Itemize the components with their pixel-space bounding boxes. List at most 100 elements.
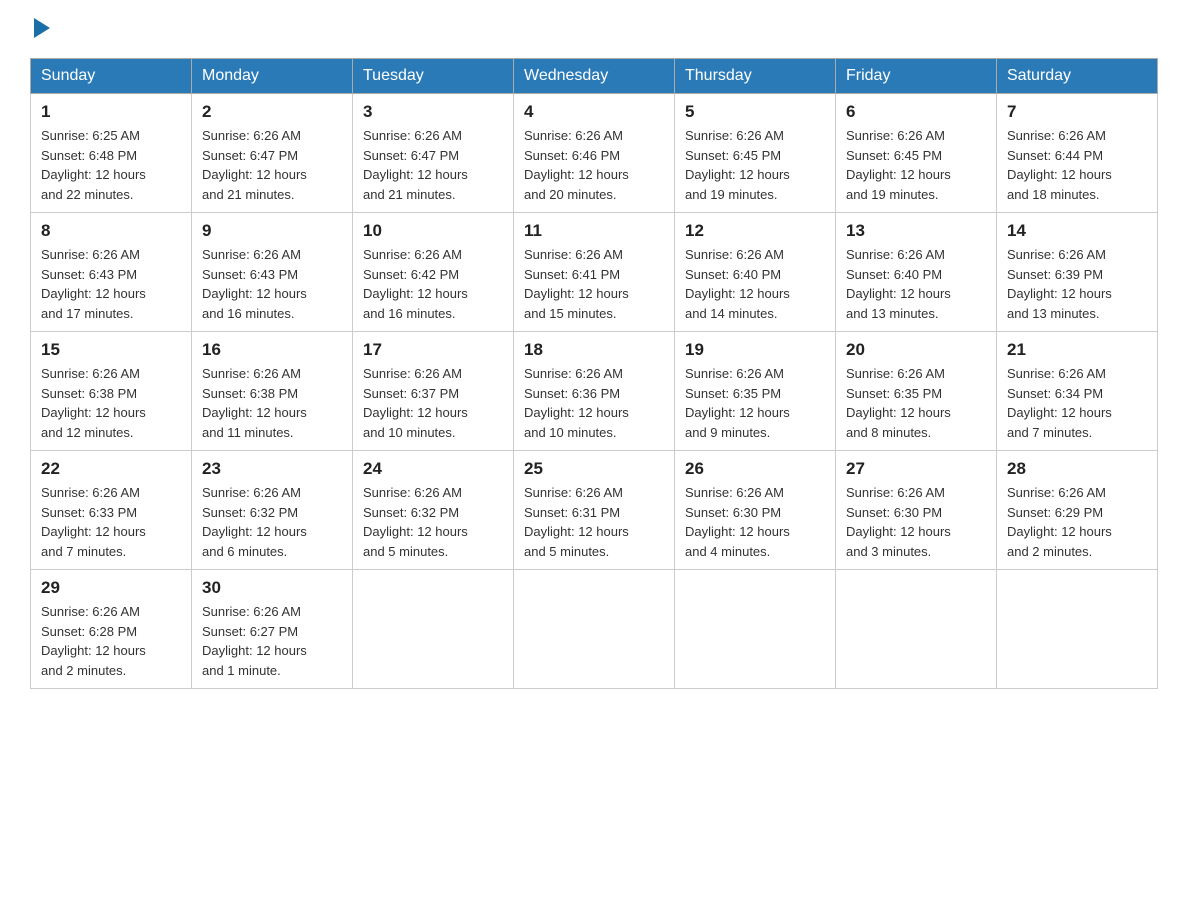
day-info: Sunrise: 6:26 AM Sunset: 6:34 PM Dayligh… [1007,364,1147,442]
day-info: Sunrise: 6:26 AM Sunset: 6:36 PM Dayligh… [524,364,664,442]
day-number: 26 [685,459,825,479]
day-cell: 5 Sunrise: 6:26 AM Sunset: 6:45 PM Dayli… [675,94,836,213]
day-number: 16 [202,340,342,360]
day-info: Sunrise: 6:26 AM Sunset: 6:39 PM Dayligh… [1007,245,1147,323]
day-cell [836,570,997,689]
day-number: 13 [846,221,986,241]
day-number: 8 [41,221,181,241]
day-cell: 22 Sunrise: 6:26 AM Sunset: 6:33 PM Dayl… [31,451,192,570]
day-info: Sunrise: 6:26 AM Sunset: 6:47 PM Dayligh… [363,126,503,204]
day-info: Sunrise: 6:26 AM Sunset: 6:35 PM Dayligh… [846,364,986,442]
day-info: Sunrise: 6:26 AM Sunset: 6:43 PM Dayligh… [202,245,342,323]
day-number: 12 [685,221,825,241]
column-header-sunday: Sunday [31,59,192,94]
day-info: Sunrise: 6:26 AM Sunset: 6:28 PM Dayligh… [41,602,181,680]
day-info: Sunrise: 6:26 AM Sunset: 6:35 PM Dayligh… [685,364,825,442]
column-header-thursday: Thursday [675,59,836,94]
column-header-saturday: Saturday [997,59,1158,94]
page-header [30,20,1158,38]
day-cell [353,570,514,689]
day-cell: 3 Sunrise: 6:26 AM Sunset: 6:47 PM Dayli… [353,94,514,213]
day-info: Sunrise: 6:26 AM Sunset: 6:33 PM Dayligh… [41,483,181,561]
column-header-wednesday: Wednesday [514,59,675,94]
week-row-3: 15 Sunrise: 6:26 AM Sunset: 6:38 PM Dayl… [31,332,1158,451]
day-info: Sunrise: 6:26 AM Sunset: 6:30 PM Dayligh… [685,483,825,561]
day-cell: 6 Sunrise: 6:26 AM Sunset: 6:45 PM Dayli… [836,94,997,213]
day-cell: 27 Sunrise: 6:26 AM Sunset: 6:30 PM Dayl… [836,451,997,570]
day-cell: 20 Sunrise: 6:26 AM Sunset: 6:35 PM Dayl… [836,332,997,451]
day-info: Sunrise: 6:26 AM Sunset: 6:44 PM Dayligh… [1007,126,1147,204]
day-cell [997,570,1158,689]
day-cell: 14 Sunrise: 6:26 AM Sunset: 6:39 PM Dayl… [997,213,1158,332]
day-info: Sunrise: 6:26 AM Sunset: 6:30 PM Dayligh… [846,483,986,561]
week-row-5: 29 Sunrise: 6:26 AM Sunset: 6:28 PM Dayl… [31,570,1158,689]
calendar-table: SundayMondayTuesdayWednesdayThursdayFrid… [30,58,1158,689]
week-row-2: 8 Sunrise: 6:26 AM Sunset: 6:43 PM Dayli… [31,213,1158,332]
day-info: Sunrise: 6:26 AM Sunset: 6:38 PM Dayligh… [202,364,342,442]
day-number: 6 [846,102,986,122]
day-cell [675,570,836,689]
day-info: Sunrise: 6:26 AM Sunset: 6:31 PM Dayligh… [524,483,664,561]
day-cell: 16 Sunrise: 6:26 AM Sunset: 6:38 PM Dayl… [192,332,353,451]
day-number: 27 [846,459,986,479]
week-row-1: 1 Sunrise: 6:25 AM Sunset: 6:48 PM Dayli… [31,94,1158,213]
day-number: 20 [846,340,986,360]
day-cell: 15 Sunrise: 6:26 AM Sunset: 6:38 PM Dayl… [31,332,192,451]
day-info: Sunrise: 6:26 AM Sunset: 6:27 PM Dayligh… [202,602,342,680]
day-cell: 30 Sunrise: 6:26 AM Sunset: 6:27 PM Dayl… [192,570,353,689]
header-row: SundayMondayTuesdayWednesdayThursdayFrid… [31,59,1158,94]
day-info: Sunrise: 6:26 AM Sunset: 6:40 PM Dayligh… [685,245,825,323]
day-cell: 24 Sunrise: 6:26 AM Sunset: 6:32 PM Dayl… [353,451,514,570]
day-cell: 23 Sunrise: 6:26 AM Sunset: 6:32 PM Dayl… [192,451,353,570]
day-number: 19 [685,340,825,360]
day-number: 2 [202,102,342,122]
day-cell: 13 Sunrise: 6:26 AM Sunset: 6:40 PM Dayl… [836,213,997,332]
day-number: 29 [41,578,181,598]
day-cell: 28 Sunrise: 6:26 AM Sunset: 6:29 PM Dayl… [997,451,1158,570]
day-info: Sunrise: 6:26 AM Sunset: 6:32 PM Dayligh… [202,483,342,561]
day-info: Sunrise: 6:26 AM Sunset: 6:45 PM Dayligh… [685,126,825,204]
day-cell: 12 Sunrise: 6:26 AM Sunset: 6:40 PM Dayl… [675,213,836,332]
logo-arrow-icon [34,18,50,38]
day-cell: 4 Sunrise: 6:26 AM Sunset: 6:46 PM Dayli… [514,94,675,213]
day-number: 17 [363,340,503,360]
day-info: Sunrise: 6:26 AM Sunset: 6:37 PM Dayligh… [363,364,503,442]
day-number: 24 [363,459,503,479]
day-info: Sunrise: 6:26 AM Sunset: 6:38 PM Dayligh… [41,364,181,442]
day-number: 1 [41,102,181,122]
day-number: 11 [524,221,664,241]
day-cell: 7 Sunrise: 6:26 AM Sunset: 6:44 PM Dayli… [997,94,1158,213]
day-info: Sunrise: 6:26 AM Sunset: 6:40 PM Dayligh… [846,245,986,323]
day-number: 15 [41,340,181,360]
day-info: Sunrise: 6:25 AM Sunset: 6:48 PM Dayligh… [41,126,181,204]
day-number: 7 [1007,102,1147,122]
column-header-tuesday: Tuesday [353,59,514,94]
day-number: 4 [524,102,664,122]
column-header-friday: Friday [836,59,997,94]
day-info: Sunrise: 6:26 AM Sunset: 6:32 PM Dayligh… [363,483,503,561]
day-cell: 9 Sunrise: 6:26 AM Sunset: 6:43 PM Dayli… [192,213,353,332]
day-info: Sunrise: 6:26 AM Sunset: 6:47 PM Dayligh… [202,126,342,204]
day-number: 25 [524,459,664,479]
day-cell: 11 Sunrise: 6:26 AM Sunset: 6:41 PM Dayl… [514,213,675,332]
day-cell: 8 Sunrise: 6:26 AM Sunset: 6:43 PM Dayli… [31,213,192,332]
day-cell: 10 Sunrise: 6:26 AM Sunset: 6:42 PM Dayl… [353,213,514,332]
day-cell: 29 Sunrise: 6:26 AM Sunset: 6:28 PM Dayl… [31,570,192,689]
day-number: 30 [202,578,342,598]
day-number: 3 [363,102,503,122]
day-cell: 2 Sunrise: 6:26 AM Sunset: 6:47 PM Dayli… [192,94,353,213]
day-number: 9 [202,221,342,241]
day-number: 23 [202,459,342,479]
day-info: Sunrise: 6:26 AM Sunset: 6:29 PM Dayligh… [1007,483,1147,561]
day-number: 28 [1007,459,1147,479]
day-info: Sunrise: 6:26 AM Sunset: 6:46 PM Dayligh… [524,126,664,204]
logo [30,20,50,38]
day-cell: 17 Sunrise: 6:26 AM Sunset: 6:37 PM Dayl… [353,332,514,451]
day-info: Sunrise: 6:26 AM Sunset: 6:42 PM Dayligh… [363,245,503,323]
column-header-monday: Monday [192,59,353,94]
day-number: 18 [524,340,664,360]
day-cell: 21 Sunrise: 6:26 AM Sunset: 6:34 PM Dayl… [997,332,1158,451]
day-number: 10 [363,221,503,241]
day-cell: 25 Sunrise: 6:26 AM Sunset: 6:31 PM Dayl… [514,451,675,570]
day-info: Sunrise: 6:26 AM Sunset: 6:43 PM Dayligh… [41,245,181,323]
